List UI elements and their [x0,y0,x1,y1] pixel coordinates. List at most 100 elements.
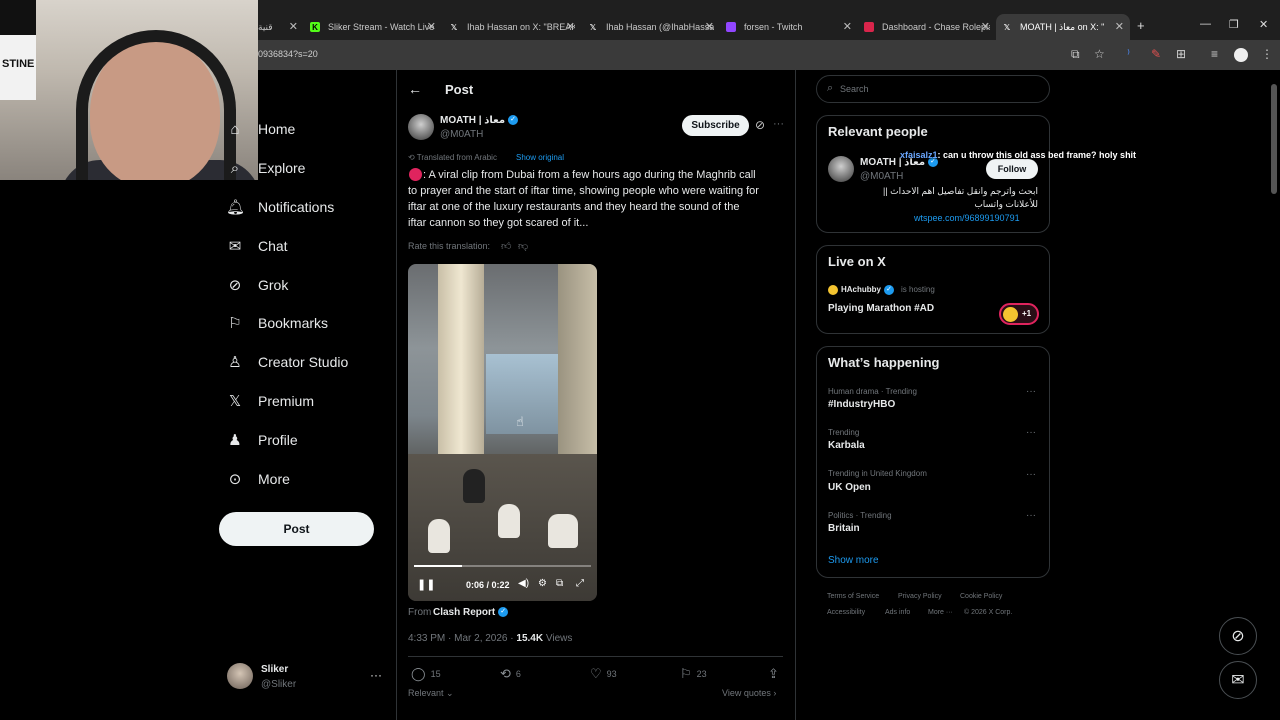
minimize-icon[interactable]: — [1200,18,1211,30]
post-button[interactable]: Post [219,512,374,546]
trend-more-icon[interactable]: ··· [1026,469,1036,480]
pause-icon[interactable]: ❚❚ [417,578,435,591]
close-tab-icon[interactable]: ✕ [289,20,298,33]
footer-more-link[interactable]: More ··· [928,609,953,616]
home-icon: ⌂ [230,120,240,138]
nav-item-creator-studio[interactable]: ♙ Creator Studio [226,351,348,373]
account-avatar[interactable] [227,663,253,689]
live-participants[interactable]: +1 [999,303,1039,325]
x-logo-icon: 𝕏 [589,22,597,32]
tab-title: forsen - Twitch [744,22,803,32]
nav-item-explore[interactable]: ⌕ Explore [226,157,306,179]
footer-accessibility-link[interactable]: Accessibility [827,609,865,616]
follow-button[interactable]: Follow [986,159,1038,179]
live-host[interactable]: HAchubby ✓ [841,285,894,295]
post-timestamp[interactable]: 4:33 PM · Mar 2, 2026 · 15.4K Views [408,633,572,644]
extension-icon[interactable]: ✎ [1151,47,1161,61]
video-player[interactable]: ❚❚ 0:06 / 0:22 ◀︎) ⚙ ⧉ ⤢ [408,264,597,601]
nav-item-chat[interactable]: ✉ Chat [226,235,288,257]
thumbs-down-icon[interactable]: 👎︎ [518,240,528,252]
video-progress-bar[interactable] [414,565,591,567]
messages-fab-button[interactable]: ✉ [1219,661,1257,699]
author-name[interactable]: MOATH | معاذ ✓ [440,115,519,126]
page-scrollbar[interactable] [1271,84,1277,194]
install-app-icon[interactable]: ⧉ [1071,47,1080,62]
close-tab-icon[interactable]: ✕ [981,20,990,33]
browser-tab[interactable]: قنية ✕ [258,14,298,40]
author-avatar[interactable] [408,114,434,140]
repost-button[interactable]: ⟲ 6 [500,666,521,682]
extensions-puzzle-icon[interactable]: ⊞ [1176,47,1186,61]
close-tab-icon[interactable]: ✕ [843,20,852,33]
trend-item[interactable]: Britain [828,523,860,534]
nav-item-home[interactable]: ⌂ Home [226,118,295,140]
close-tab-icon[interactable]: ✕ [1115,20,1124,33]
search-input[interactable]: Search [840,84,869,94]
browser-tab[interactable]: forsen - Twitch ✕ [726,14,852,40]
browser-menu-icon[interactable]: ⋮ [1261,47,1273,61]
view-quotes-link[interactable]: View quotes › [722,688,776,698]
settings-gear-icon[interactable]: ⚙ [538,578,547,589]
post-menu-icon[interactable]: ··· [773,118,784,130]
footer-privacy-link[interactable]: Privacy Policy [898,593,942,600]
reply-button[interactable]: ◯ 15 [411,666,441,682]
nav-item-more[interactable]: ⊙ More [226,468,290,490]
reply-sort-dropdown[interactable]: Relevant ⌄ [408,688,454,699]
bookmark-star-icon[interactable]: ☆ [1094,47,1105,61]
trend-more-icon[interactable]: ··· [1026,510,1036,521]
volume-icon[interactable]: ◀︎) [518,578,529,589]
restore-icon[interactable]: ❐ [1229,18,1239,31]
close-tab-icon[interactable]: ✕ [566,20,575,33]
post-text-line: iftar at one of the luxury restaurants a… [408,201,740,213]
media-icon[interactable]: ≡ [1211,47,1218,61]
browser-tab[interactable]: 𝕏 Ihab Hassan on X: "BREAK ✕ [449,14,575,40]
nav-item-grok[interactable]: ⊘ Grok [226,274,289,296]
close-window-icon[interactable]: ✕ [1259,18,1268,31]
trend-item[interactable]: Karbala [828,440,865,451]
back-arrow-icon[interactable]: ← [408,81,422,97]
like-button[interactable]: ♡ 93 [590,666,617,682]
search-box[interactable]: ⌕ Search [816,75,1050,103]
nav-item-premium[interactable]: 𝕏 Premium [226,390,314,412]
footer-ads-link[interactable]: Ads info [885,609,910,616]
trend-item[interactable]: UK Open [828,482,871,493]
profile-avatar[interactable] [1234,48,1248,62]
browser-tab-active[interactable]: 𝕏 MOATH | معاذ on X: " ✕ [996,14,1130,40]
thumbs-up-icon[interactable]: 👍︎ [501,240,511,252]
account-more-icon[interactable]: ··· [370,668,382,682]
grok-icon[interactable]: ⊘ [755,118,765,132]
grok-fab-button[interactable]: ⊘ [1219,617,1257,655]
picture-in-picture-icon[interactable]: ⧉ [556,578,563,589]
trend-more-icon[interactable]: ··· [1026,386,1036,397]
nav-item-profile[interactable]: ♟ Profile [226,429,297,451]
show-original-link[interactable]: Show original [516,153,564,162]
source-account-link[interactable]: Clash Report ✓ [433,607,509,618]
fullscreen-icon[interactable]: ⤢ [576,578,584,589]
relevant-avatar[interactable] [828,156,854,182]
show-more-link[interactable]: Show more [828,555,879,566]
trend-more-icon[interactable]: ··· [1026,427,1036,438]
close-tab-icon[interactable]: ✕ [427,20,436,33]
browser-tab[interactable]: Dashboard - Chase Roleplay ✕ [864,14,990,40]
extension-icon[interactable]: ⁾ [1127,47,1130,61]
trend-meta: Politics · Trending [828,511,892,520]
bookmark-button[interactable]: ⚐ 23 [680,666,707,682]
nav-item-bookmarks[interactable]: ⚐ Bookmarks [226,312,328,334]
browser-tab[interactable]: K Sliker Stream - Watch Live ✕ [310,14,436,40]
share-button[interactable]: ⇪ [768,666,784,682]
new-tab-button[interactable]: + [1137,18,1145,33]
live-stream-title[interactable]: Playing Marathon #AD [828,303,934,314]
footer-cookie-link[interactable]: Cookie Policy [960,593,1002,600]
relevant-bio-link[interactable]: wtspee.com/96899190791 [914,213,1020,223]
trend-item[interactable]: #IndustryHBO [828,399,895,410]
url-field[interactable]: 0936834?s=20 [258,49,318,59]
browser-tab[interactable]: 𝕏 Ihab Hassan (@IhabHassa ✕ [588,14,714,40]
nav-item-notifications[interactable]: 🔔︎ Notifications [226,196,334,218]
relevant-handle[interactable]: @M0ATH [860,171,903,182]
host-avatar[interactable] [828,285,838,295]
close-tab-icon[interactable]: ✕ [705,20,714,33]
subscribe-button[interactable]: Subscribe [682,115,749,136]
footer-terms-link[interactable]: Terms of Service [827,593,879,600]
from-label: From [408,607,432,618]
author-handle[interactable]: @M0ATH [440,129,483,140]
